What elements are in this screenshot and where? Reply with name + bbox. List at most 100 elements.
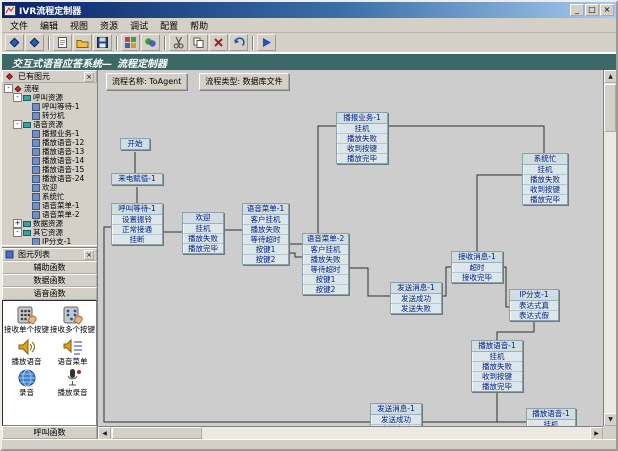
- node-port-0[interactable]: 挂机: [523, 165, 567, 175]
- node-port-0[interactable]: 设置振铃: [112, 215, 162, 225]
- node-port-2[interactable]: 等待超时: [243, 235, 288, 245]
- palette-item-receive-single-key[interactable]: 接收单个按键: [4, 304, 49, 335]
- node-ip-branch-1[interactable]: IP分支-1表达式真表达式假: [509, 289, 559, 321]
- palette-item-play-record[interactable]: 播放录音: [50, 367, 95, 398]
- palette-panel-close-icon[interactable]: ×: [84, 250, 94, 260]
- node-voice-menu-2[interactable]: 语音菜单-2客户挂机播放失败等待超时按键1按键2: [302, 233, 349, 295]
- scroll-right-icon[interactable]: ▶: [590, 427, 603, 439]
- node-port-1[interactable]: 正常接通: [112, 225, 162, 235]
- close-button[interactable]: ×: [600, 4, 614, 16]
- toolbar-run-button[interactable]: [257, 34, 276, 51]
- node-port-0[interactable]: 挂机: [337, 124, 387, 134]
- toolbar-nav-back-button[interactable]: [5, 34, 24, 51]
- palette-item-play-voice[interactable]: 播放语音: [4, 336, 49, 367]
- toolbar-open-button[interactable]: [73, 34, 92, 51]
- existing-panel-close-icon[interactable]: ×: [84, 72, 94, 82]
- node-port-4[interactable]: 按键2: [303, 285, 348, 294]
- vertical-scroll-thumb[interactable]: [604, 84, 616, 132]
- palette-group-1[interactable]: 数据函数: [2, 274, 97, 287]
- node-port-0[interactable]: 发送成功: [371, 415, 421, 425]
- node-port-1[interactable]: 播放失败: [523, 175, 567, 185]
- node-port-3[interactable]: 播放完毕: [337, 154, 387, 163]
- flow-canvas[interactable]: 流程名称: ToAgent 流程类型: 数据库文件 开始来电赋值-1 呼叫等待-1…: [98, 70, 616, 439]
- node-port-0[interactable]: 客户挂机: [243, 215, 288, 225]
- palette-group-2[interactable]: 语音函数: [2, 287, 97, 300]
- node-port-1[interactable]: 表达式假: [510, 311, 558, 320]
- node-port-3[interactable]: 按键1: [243, 245, 288, 255]
- node-port-1[interactable]: 播放失败: [472, 362, 522, 372]
- menu-item-debug[interactable]: 调试: [124, 18, 154, 33]
- menu-item-resources[interactable]: 资源: [94, 18, 124, 33]
- menu-item-config[interactable]: 配置: [154, 18, 184, 33]
- tree-item-17[interactable]: IP分支-1: [4, 237, 97, 245]
- palette-group-0[interactable]: 辅助函数: [2, 261, 97, 274]
- node-port-1[interactable]: 播放失败: [337, 134, 387, 144]
- node-port-2[interactable]: 收到按键: [523, 185, 567, 195]
- node-port-1[interactable]: 发送失败: [391, 304, 441, 313]
- scroll-up-icon[interactable]: ▲: [604, 70, 616, 83]
- horizontal-scroll-thumb[interactable]: [112, 427, 202, 439]
- node-port-2[interactable]: 等待超时: [303, 265, 348, 275]
- node-call-wait-1[interactable]: 呼叫等待-1设置振铃正常接通挂断: [111, 203, 163, 245]
- node-start[interactable]: 开始: [120, 138, 150, 150]
- toolbar-cut-button[interactable]: [169, 34, 188, 51]
- toolbar-nav-forward-button[interactable]: [25, 34, 44, 51]
- node-port-2[interactable]: 挂断: [112, 235, 162, 244]
- toolbar-undo-button[interactable]: [229, 34, 248, 51]
- palette-item-voice-menu[interactable]: 语音菜单: [50, 336, 95, 367]
- horizontal-scroll-track[interactable]: [202, 427, 590, 439]
- vertical-scrollbar[interactable]: ▲ ▼: [603, 70, 616, 426]
- palette-item-receive-multi-key[interactable]: 接收多个按键: [50, 304, 95, 335]
- palette-group-call-functions[interactable]: 呼叫函数: [2, 426, 97, 439]
- palette-item-record[interactable]: 录音: [4, 367, 49, 398]
- node-voice-menu-1[interactable]: 语音菜单-1客户挂机播放失败等待超时按键1按键2: [242, 203, 289, 265]
- node-system-busy[interactable]: 系统忙挂机播放失败收到按键播放完毕: [522, 153, 568, 205]
- tree-toggle-icon[interactable]: -: [13, 93, 22, 102]
- toolbar-delete-button[interactable]: [209, 34, 228, 51]
- horizontal-scrollbar[interactable]: ◀ ▶: [98, 426, 603, 439]
- toolbar-color-config-button[interactable]: [141, 34, 160, 51]
- node-play-voice-1[interactable]: 播放语音-1挂机播放失败收到按键播放完毕: [471, 340, 523, 392]
- toolbar-resource-manager-button[interactable]: [121, 34, 140, 51]
- node-port-0[interactable]: 发送成功: [391, 294, 441, 304]
- node-port-0[interactable]: 超时: [452, 263, 502, 273]
- tree-toggle-icon[interactable]: -: [13, 228, 22, 237]
- node-broadcast-service-1[interactable]: 播报业务-1挂机播放失败收到按键播放完毕: [336, 112, 388, 164]
- menu-item-view[interactable]: 视图: [64, 18, 94, 33]
- node-port-2[interactable]: 播放完毕: [183, 244, 223, 253]
- node-port-1[interactable]: 播放失败: [303, 255, 348, 265]
- node-port-0[interactable]: 表达式真: [510, 301, 558, 311]
- node-welcome[interactable]: 欢迎挂机播放失败播放完毕: [182, 212, 224, 254]
- node-port-3[interactable]: 按键1: [303, 275, 348, 285]
- node-port-1[interactable]: 播放失败: [243, 225, 288, 235]
- node-send-message-2[interactable]: 发送消息-1发送成功发送失败: [370, 403, 422, 426]
- node-port-3[interactable]: 播放完毕: [472, 382, 522, 391]
- node-receive-message-1[interactable]: 接收消息-1超时接收完毕: [451, 251, 503, 283]
- scroll-down-icon[interactable]: ▼: [604, 413, 616, 426]
- node-incoming-assign-1[interactable]: 来电赋值-1: [111, 173, 163, 185]
- node-port-1[interactable]: 播放失败: [183, 234, 223, 244]
- node-port-4[interactable]: 按键2: [243, 255, 288, 264]
- menu-item-file[interactable]: 文件: [4, 18, 34, 33]
- maximize-button[interactable]: □: [585, 4, 599, 16]
- toolbar-copy-button[interactable]: [189, 34, 208, 51]
- minimize-button[interactable]: _: [570, 4, 584, 16]
- node-play-voice-2[interactable]: 播放语音-1挂机播放失败收到按键播放完毕: [526, 408, 576, 426]
- tree-toggle-icon[interactable]: -: [13, 120, 22, 129]
- node-port-2[interactable]: 收到按键: [337, 144, 387, 154]
- tree-toggle-icon[interactable]: -: [4, 84, 13, 93]
- toolbar-new-button[interactable]: [53, 34, 72, 51]
- scroll-left-icon[interactable]: ◀: [98, 427, 111, 439]
- flow-name-field[interactable]: 流程名称: ToAgent: [106, 73, 187, 90]
- node-port-0[interactable]: 挂机: [472, 352, 522, 362]
- flow-type-field[interactable]: 流程类型: 数据库文件: [199, 73, 288, 90]
- menu-item-edit[interactable]: 编辑: [34, 18, 64, 33]
- node-port-2[interactable]: 收到按键: [472, 372, 522, 382]
- node-port-3[interactable]: 播放完毕: [523, 195, 567, 204]
- node-port-1[interactable]: 接收完毕: [452, 273, 502, 282]
- node-port-0[interactable]: 客户挂机: [303, 245, 348, 255]
- node-port-0[interactable]: 挂机: [183, 224, 223, 234]
- node-send-message-1[interactable]: 发送消息-1发送成功发送失败: [390, 282, 442, 314]
- toolbar-save-button[interactable]: [93, 34, 112, 51]
- vertical-scroll-track[interactable]: [604, 132, 616, 413]
